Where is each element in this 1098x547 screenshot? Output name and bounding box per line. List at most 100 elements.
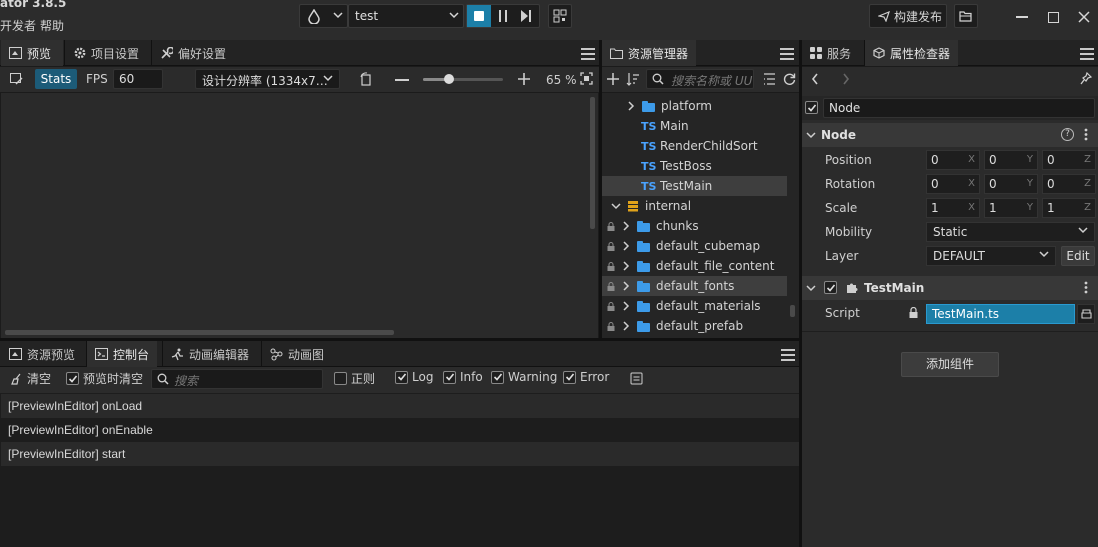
inspector-menu-icon[interactable] [1080, 48, 1094, 60]
filter-warning[interactable]: Warning [491, 370, 557, 384]
tree-item-testmain[interactable]: TS TestMain [602, 176, 787, 196]
filter-error[interactable]: Error [563, 370, 609, 384]
scene-select[interactable]: test [348, 4, 464, 28]
preview-viewport[interactable] [1, 93, 598, 338]
rotation-y-input[interactable]: 0Y [984, 174, 1038, 194]
tree-item-platform[interactable]: platform [602, 96, 787, 116]
tab-animation-editor[interactable]: 动画编辑器 [163, 341, 257, 367]
rotation-x-input[interactable]: 0X [926, 174, 980, 194]
forward-icon[interactable] [842, 73, 850, 85]
pause-button[interactable] [492, 5, 514, 27]
scale-y-input[interactable]: 1Y [984, 198, 1038, 218]
regex-toggle[interactable]: 正则 [334, 370, 375, 387]
node-active-checkbox[interactable] [805, 101, 818, 114]
stop-button[interactable] [467, 5, 491, 27]
position-y-input[interactable]: 0Y [984, 150, 1038, 170]
refresh-icon[interactable] [783, 72, 796, 85]
position-x-input[interactable]: 0X [926, 150, 980, 170]
rotate-device-icon[interactable] [359, 72, 373, 86]
tab-animation-graph-label: 动画图 [288, 347, 325, 362]
fps-input[interactable]: 60 [113, 69, 163, 89]
close-button[interactable] [1074, 8, 1094, 26]
preview-menu-icon[interactable] [581, 48, 595, 60]
tree-item-default-file-content[interactable]: default_file_content [602, 256, 787, 276]
tab-assets[interactable]: 资源管理器 [602, 40, 697, 66]
scale-x-input[interactable]: 1X [926, 198, 980, 218]
script-asset-field[interactable]: TestMain.ts [926, 304, 1075, 324]
tree-item-renderchildsort[interactable]: TS RenderChildSort [602, 136, 787, 156]
terminal-icon [95, 348, 108, 360]
layer-edit-button[interactable]: Edit [1061, 246, 1095, 266]
tree-item-internal[interactable]: internal [602, 196, 787, 216]
pin-icon[interactable] [1080, 72, 1092, 85]
resolution-select[interactable]: 设计分辨率 (1334x7… [195, 69, 340, 89]
viewport-v-scrollbar[interactable] [590, 97, 595, 229]
assets-menu-icon[interactable] [780, 48, 794, 60]
tree-item-default-prefab[interactable]: default_prefab [602, 316, 787, 336]
add-component-button[interactable]: 添加组件 [901, 352, 999, 377]
app-title: ator 3.8.5 [0, 0, 67, 10]
back-icon[interactable] [811, 73, 819, 85]
script-locate-button[interactable] [1077, 304, 1095, 324]
rotation-z-input[interactable]: 0Z [1042, 174, 1096, 194]
tree-item-chunks[interactable]: chunks [602, 216, 787, 236]
clear-on-preview-toggle[interactable]: 预览时清空 [66, 370, 143, 387]
tree-item-main[interactable]: TS Main [602, 116, 787, 136]
tree-item-testboss[interactable]: TS TestBoss [602, 156, 787, 176]
clear-button[interactable]: 清空 [11, 370, 51, 387]
filter-info[interactable]: Info [443, 370, 483, 384]
console-menu-icon[interactable] [781, 349, 795, 361]
open-folder-button[interactable] [954, 4, 978, 28]
more-icon[interactable] [1084, 281, 1088, 294]
tab-project-settings[interactable]: 项目设置 [66, 40, 147, 66]
scale-z-input[interactable]: 1Z [1042, 198, 1096, 218]
folder-icon [637, 320, 650, 332]
viewport-h-scrollbar[interactable] [5, 330, 394, 335]
more-icon[interactable] [1084, 128, 1088, 141]
help-icon[interactable]: ? [1061, 128, 1074, 141]
platform-dropdown[interactable] [299, 4, 348, 28]
tab-console[interactable]: 控制台 [87, 341, 158, 367]
tab-service[interactable]: 服务 [802, 40, 859, 66]
tab-asset-preview[interactable]: 资源预览 [1, 341, 83, 367]
stats-toggle[interactable]: Stats [35, 69, 77, 89]
tab-animation-graph[interactable]: 动画图 [262, 341, 332, 367]
tree-item-default-fonts[interactable]: default_fonts [602, 276, 787, 296]
send-icon [878, 10, 890, 22]
tree-item-default-materials[interactable]: default_materials [602, 296, 787, 316]
console-search-field[interactable]: 搜索 [151, 369, 323, 389]
layer-select[interactable]: DEFAULT [926, 246, 1056, 266]
filter-log[interactable]: Log [395, 370, 433, 384]
open-log-file-icon[interactable] [630, 372, 643, 385]
log-row[interactable]: [PreviewInEditor] onEnable [1, 418, 799, 442]
menu-help[interactable]: 帮助 [40, 17, 64, 34]
tab-preview[interactable]: 预览 [1, 40, 63, 66]
node-name-input[interactable]: Node [823, 98, 1095, 118]
log-row[interactable]: [PreviewInEditor] onLoad [1, 394, 799, 418]
maximize-button[interactable] [1043, 8, 1063, 26]
tab-preferences[interactable]: 偏好设置 [152, 40, 234, 66]
console-tabbar: 资源预览 控制台 动画编辑器 动画图 [0, 341, 799, 367]
zoom-out-icon[interactable] [395, 79, 409, 81]
add-icon[interactable] [606, 72, 620, 86]
sort-icon[interactable] [626, 72, 640, 86]
zoom-in-icon[interactable] [517, 72, 531, 86]
typescript-icon: TS [641, 159, 657, 173]
step-button[interactable] [515, 5, 537, 27]
assets-scrollbar[interactable] [790, 305, 795, 317]
qrcode-button[interactable] [548, 4, 572, 28]
log-row[interactable]: [PreviewInEditor] start [1, 442, 799, 466]
position-z-input[interactable]: 0Z [1042, 150, 1096, 170]
component-enabled-checkbox[interactable] [824, 281, 837, 294]
tab-inspector[interactable]: 属性检查器 [865, 40, 959, 66]
build-publish-button[interactable]: 构建发布 [869, 4, 947, 28]
assets-search-field[interactable]: 搜索名称或 UU [646, 69, 754, 89]
list-view-icon[interactable] [763, 73, 776, 85]
mobility-select[interactable]: Static [926, 222, 1095, 242]
screen-icon[interactable] [10, 73, 23, 85]
filter-warning-label: Warning [508, 370, 558, 384]
tree-item-default-cubemap[interactable]: default_cubemap [602, 236, 787, 256]
minimize-button[interactable] [1012, 8, 1032, 26]
menu-developer[interactable]: 开发者 [0, 17, 36, 34]
fit-screen-icon[interactable] [580, 72, 593, 85]
